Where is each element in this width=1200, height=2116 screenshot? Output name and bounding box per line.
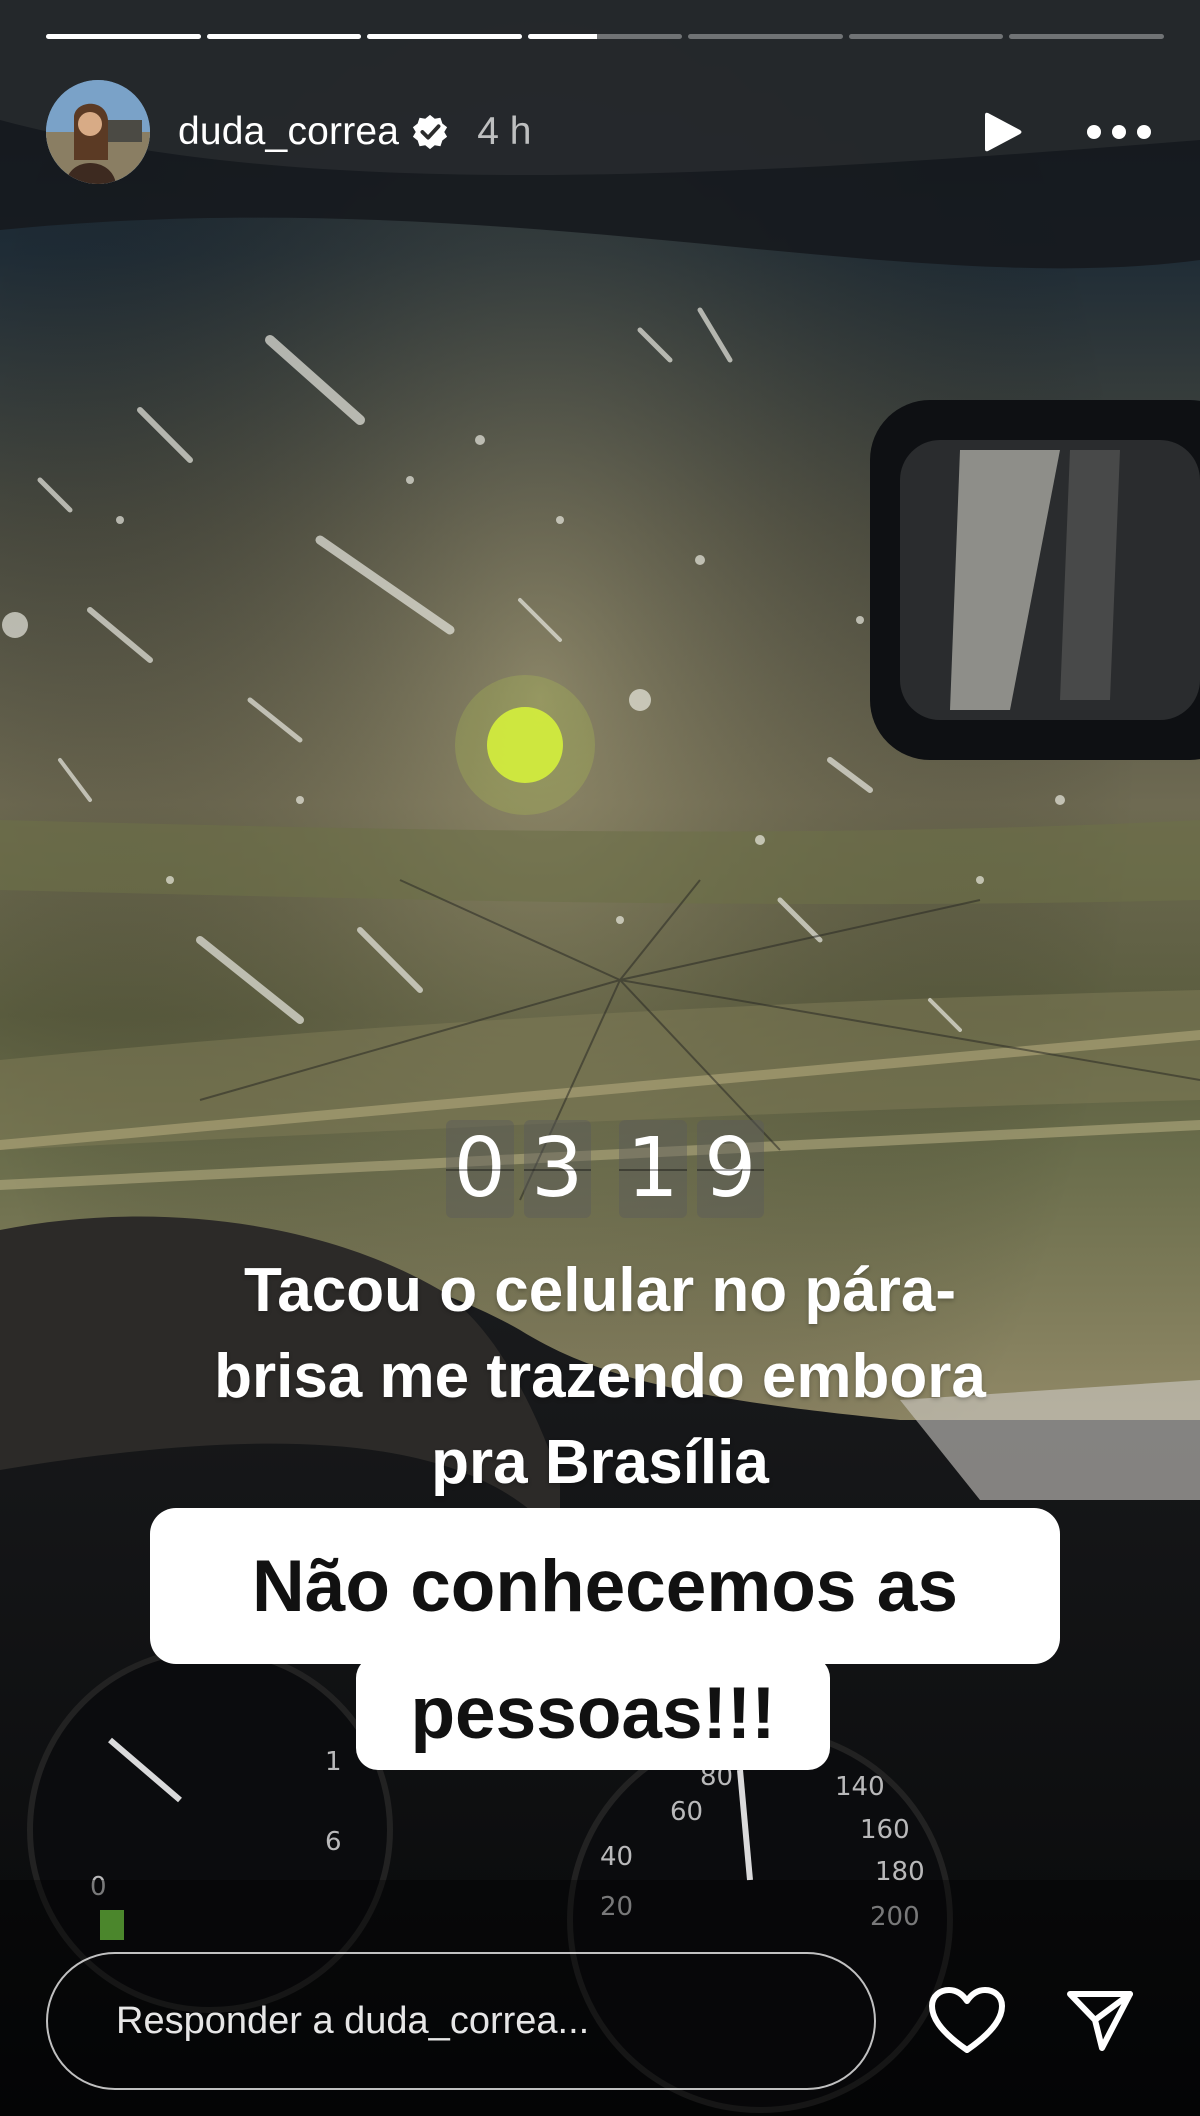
gauge-label-60: 60	[670, 1797, 703, 1827]
story-caption: Tacou o celular no pára- brisa me trazen…	[80, 1248, 1120, 1506]
story-progress-bar	[46, 34, 1165, 40]
gauge-label-6: 6	[325, 1827, 342, 1857]
progress-fill	[46, 34, 201, 39]
time-sticker: 0 3 1 9	[446, 1120, 764, 1220]
heart-icon[interactable]	[928, 1986, 1006, 2056]
progress-segment	[46, 34, 201, 39]
time-digit: 0	[446, 1120, 514, 1218]
send-icon[interactable]	[1064, 1984, 1136, 2056]
gauge-label-160: 160	[860, 1815, 910, 1845]
avatar[interactable]	[46, 80, 150, 184]
caption-line: Tacou o celular no pára-	[243, 1256, 956, 1325]
story-photo: 20 40 60 80 140 160 180 200 0 1 6	[0, 0, 1200, 2116]
gauge-label-140: 140	[835, 1772, 885, 1802]
story-viewer[interactable]: 20 40 60 80 140 160 180 200 0 1 6 duda_c…	[0, 0, 1200, 2116]
text-sticker: pessoas!!! Não conhecemos as	[150, 1508, 1060, 1770]
time-digit: 1	[619, 1120, 687, 1218]
avatar-image	[46, 80, 150, 184]
sticker-line: Não conhecemos as	[150, 1508, 1060, 1664]
time-digit: 9	[696, 1120, 764, 1218]
progress-fill	[367, 34, 522, 39]
username[interactable]: duda_correa	[178, 110, 399, 154]
caption-line: pra Brasília	[431, 1428, 769, 1497]
sticker-line: pessoas!!!	[356, 1656, 830, 1770]
verified-badge-icon	[411, 113, 449, 151]
progress-fill	[206, 34, 362, 39]
play-icon[interactable]	[980, 109, 1026, 155]
story-header: duda_correa 4 h	[46, 80, 1154, 184]
progress-segment	[688, 34, 843, 39]
progress-segment	[848, 34, 1004, 39]
post-time: 4 h	[477, 110, 532, 153]
caption-line: brisa me trazendo embora	[214, 1342, 986, 1411]
time-digit: 3	[523, 1120, 591, 1218]
progress-segment	[527, 34, 683, 39]
reply-placeholder: Responder a duda_correa...	[116, 1999, 590, 2042]
progress-segment	[367, 34, 522, 39]
gauge-label-40: 40	[600, 1842, 633, 1872]
more-options-icon[interactable]	[1084, 120, 1154, 144]
progress-segment	[1009, 34, 1165, 39]
reply-input[interactable]: Responder a duda_correa...	[46, 1952, 876, 2090]
progress-segment	[206, 34, 362, 39]
progress-fill	[527, 34, 598, 39]
